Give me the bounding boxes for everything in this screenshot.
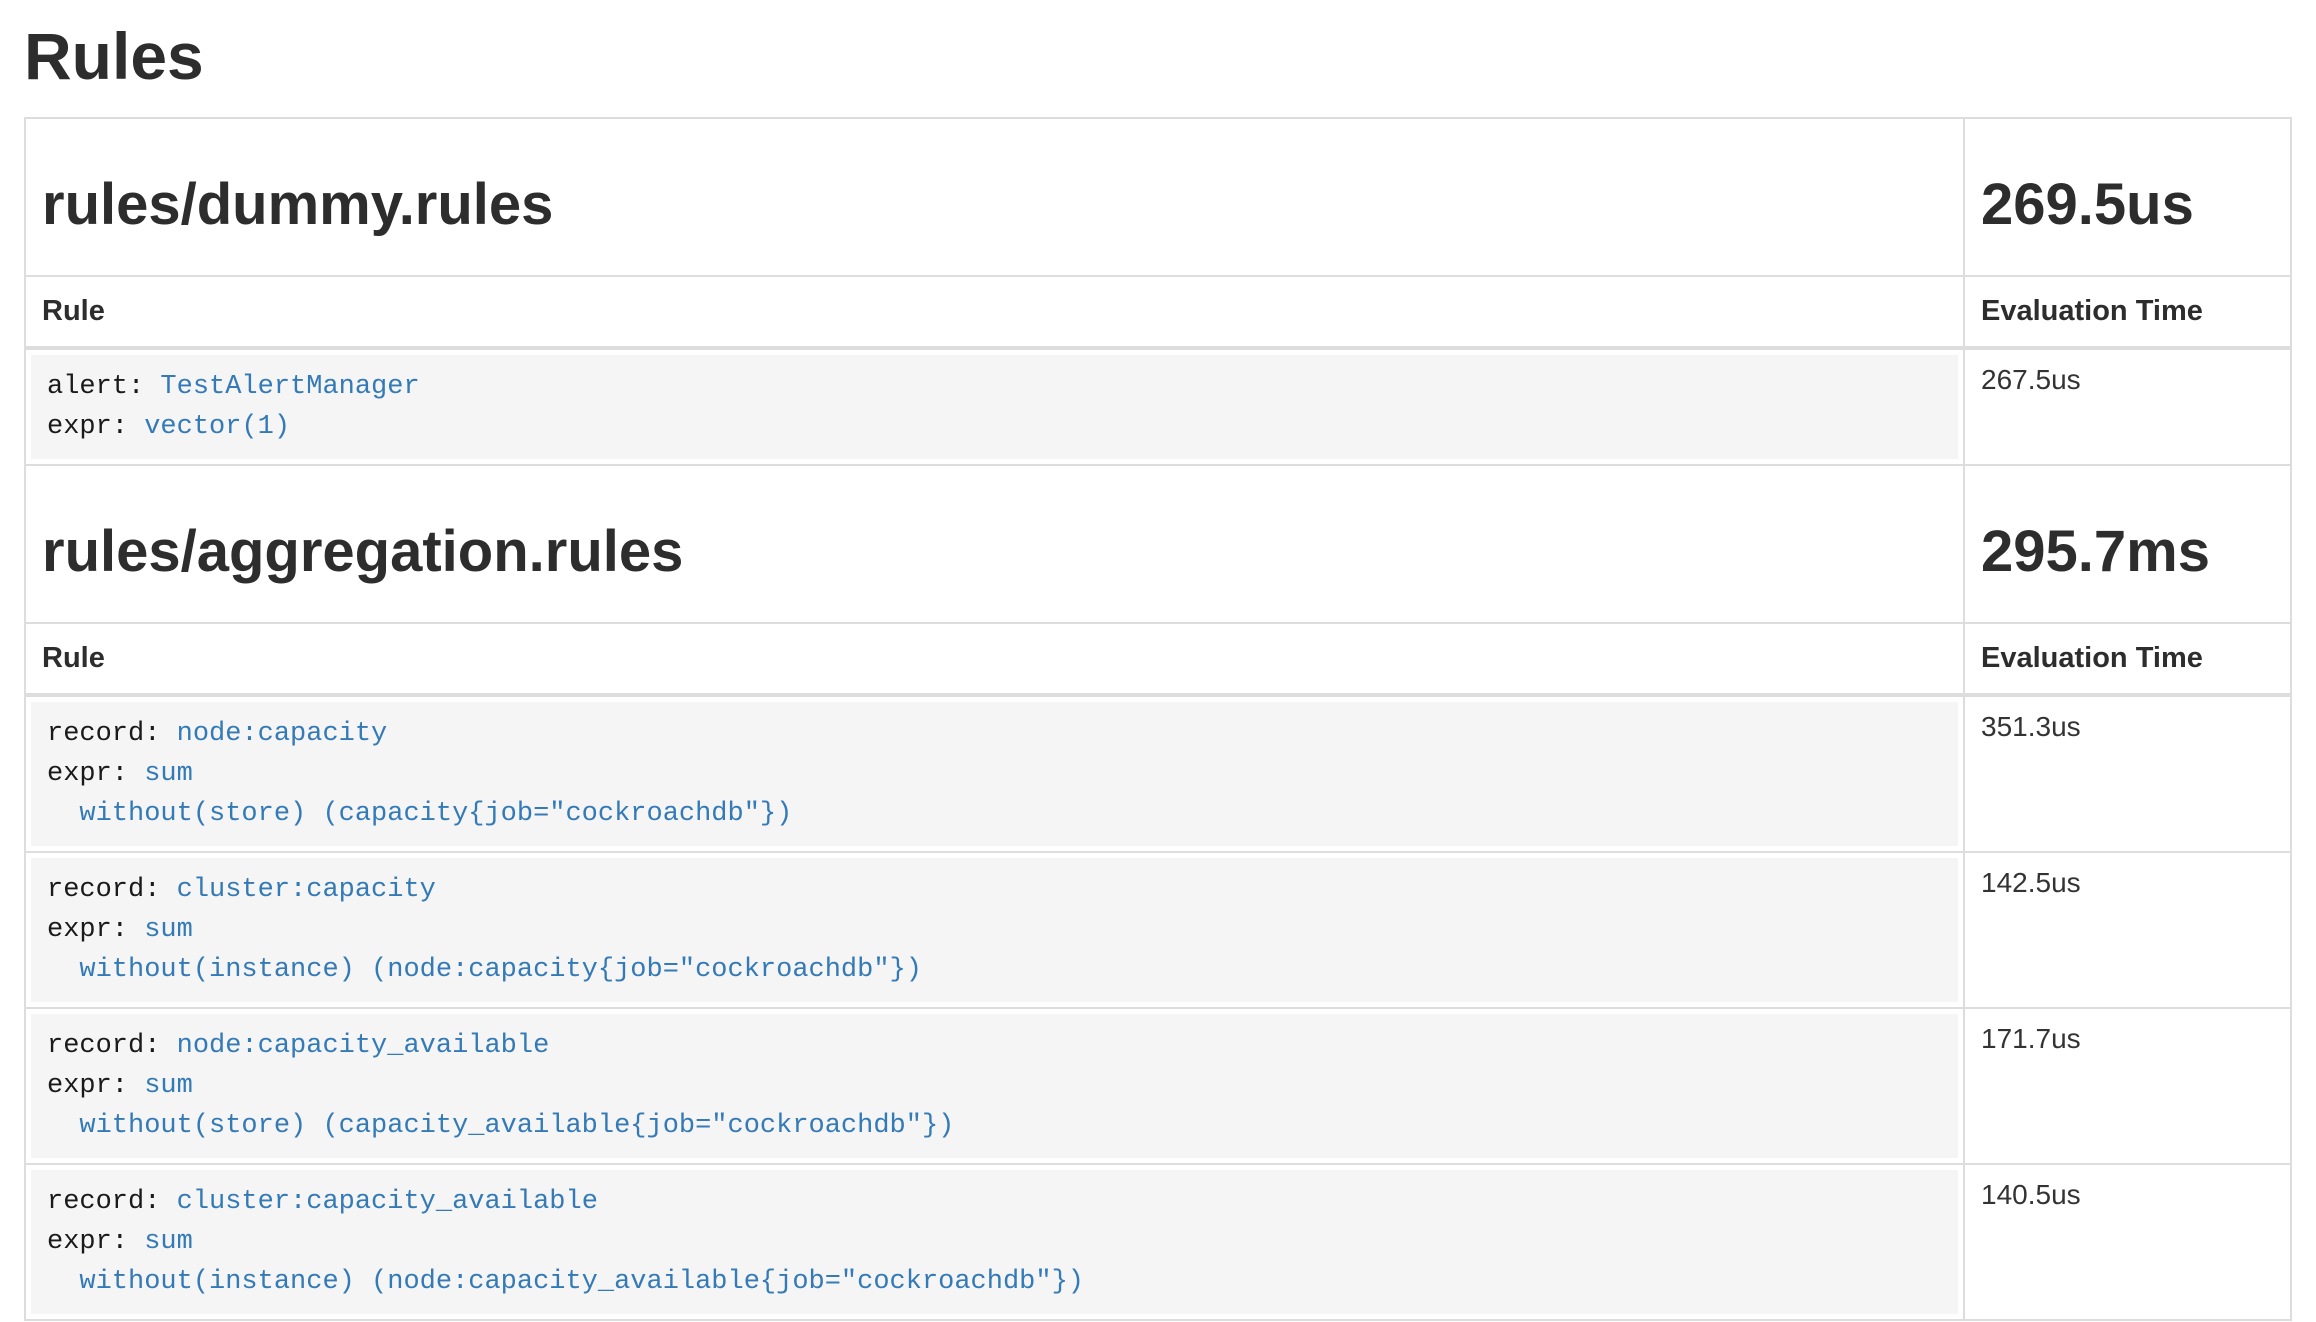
column-header-row: Rule Evaluation Time bbox=[25, 276, 2291, 348]
column-header-row: Rule Evaluation Time bbox=[25, 623, 2291, 695]
rule-evaluation-time: 267.5us bbox=[1964, 348, 2291, 465]
expr-link[interactable]: sum without(instance) (node:capacity_ava… bbox=[47, 1227, 1084, 1297]
rule-column-header: Rule bbox=[25, 276, 1964, 348]
record-keyword: record: bbox=[47, 875, 177, 905]
expr-keyword: expr: bbox=[47, 915, 144, 945]
rule-row: record: cluster:capacity expr: sum withou… bbox=[25, 852, 2291, 1008]
rule-evaluation-time: 142.5us bbox=[1964, 852, 2291, 1008]
rule-code: record: cluster:capacity expr: sum withou… bbox=[31, 858, 1958, 1002]
rule-row: record: cluster:capacity_availableexpr: … bbox=[25, 1164, 2291, 1320]
rule-code: record: cluster:capacity_availableexpr: … bbox=[31, 1170, 1958, 1314]
record-name-link[interactable]: node:capacity_available bbox=[177, 1031, 550, 1061]
record-keyword: record: bbox=[47, 1187, 177, 1217]
alert-name-link[interactable]: TestAlertManager bbox=[160, 372, 419, 402]
expr-keyword: expr: bbox=[47, 412, 144, 442]
expr-link[interactable]: vector(1) bbox=[144, 412, 290, 442]
evaluation-time-column-header: Evaluation Time bbox=[1964, 623, 2291, 695]
alert-keyword: alert: bbox=[47, 372, 160, 402]
group-evaluation-time-cell: 295.7ms bbox=[1964, 465, 2291, 623]
group-evaluation-time-cell: 269.5us bbox=[1964, 118, 2291, 276]
expr-keyword: expr: bbox=[47, 1227, 144, 1257]
rule-row: record: node:capacity expr: sum without(s… bbox=[25, 695, 2291, 852]
rule-evaluation-time: 351.3us bbox=[1964, 695, 2291, 852]
rule-cell: record: node:capacity expr: sum without(s… bbox=[25, 695, 1964, 852]
record-keyword: record: bbox=[47, 719, 177, 749]
group-file-cell: rules/aggregation.rules bbox=[25, 465, 1964, 623]
rule-code: alert: TestAlertManager expr: vector(1) bbox=[31, 355, 1958, 459]
group-file-cell: rules/dummy.rules bbox=[25, 118, 1964, 276]
rule-row: alert: TestAlertManager expr: vector(1) 2… bbox=[25, 348, 2291, 465]
expr-link[interactable]: sum without(store) (capacity{job="cockro… bbox=[47, 759, 792, 829]
rules-page: Rules rules/dummy.rules 269.5us Rule Eva… bbox=[0, 0, 2316, 1321]
record-keyword: record: bbox=[47, 1031, 177, 1061]
record-name-link[interactable]: node:capacity bbox=[177, 719, 388, 749]
rule-cell: record: node:capacity_available expr: sum… bbox=[25, 1008, 1964, 1164]
group-header-row: rules/dummy.rules 269.5us bbox=[25, 118, 2291, 276]
rule-column-header: Rule bbox=[25, 623, 1964, 695]
expr-link[interactable]: sum without(store) (capacity_available{j… bbox=[47, 1071, 954, 1141]
evaluation-time-column-header: Evaluation Time bbox=[1964, 276, 2291, 348]
expr-keyword: expr: bbox=[47, 1071, 144, 1101]
rule-evaluation-time: 171.7us bbox=[1964, 1008, 2291, 1164]
group-header-row: rules/aggregation.rules 295.7ms bbox=[25, 465, 2291, 623]
rule-evaluation-time: 140.5us bbox=[1964, 1164, 2291, 1320]
rule-row: record: node:capacity_available expr: sum… bbox=[25, 1008, 2291, 1164]
rule-group-aggregation: rules/aggregation.rules 295.7ms Rule Eva… bbox=[25, 465, 2291, 1320]
page-title: Rules bbox=[24, 22, 2292, 91]
rule-cell: record: cluster:capacity expr: sum withou… bbox=[25, 852, 1964, 1008]
expr-link[interactable]: sum without(instance) (node:capacity{job… bbox=[47, 915, 922, 985]
group-file-name: rules/dummy.rules bbox=[42, 173, 1947, 237]
group-evaluation-time: 295.7ms bbox=[1981, 520, 2274, 584]
record-name-link[interactable]: cluster:capacity_available bbox=[177, 1187, 598, 1217]
expr-keyword: expr: bbox=[47, 759, 144, 789]
rules-table: rules/dummy.rules 269.5us Rule Evaluatio… bbox=[24, 117, 2292, 1321]
rule-code: record: node:capacity expr: sum without(s… bbox=[31, 702, 1958, 846]
group-file-name: rules/aggregation.rules bbox=[42, 520, 1947, 584]
rule-cell: alert: TestAlertManager expr: vector(1) bbox=[25, 348, 1964, 465]
group-evaluation-time: 269.5us bbox=[1981, 173, 2274, 237]
rule-group-dummy: rules/dummy.rules 269.5us Rule Evaluatio… bbox=[25, 118, 2291, 465]
record-name-link[interactable]: cluster:capacity bbox=[177, 875, 436, 905]
rule-code: record: node:capacity_available expr: sum… bbox=[31, 1014, 1958, 1158]
rule-cell: record: cluster:capacity_availableexpr: … bbox=[25, 1164, 1964, 1320]
